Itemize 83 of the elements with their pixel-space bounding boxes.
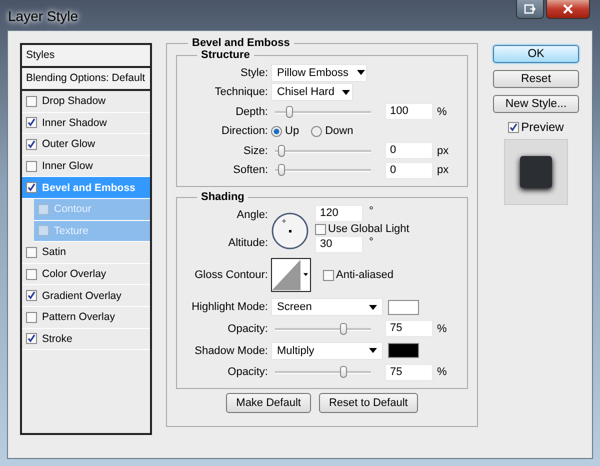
checkbox[interactable] <box>26 333 37 344</box>
close-button[interactable] <box>546 0 590 19</box>
value-field[interactable]: 0 <box>385 162 433 179</box>
checkbox[interactable] <box>26 246 37 258</box>
slider-thumb[interactable] <box>278 144 285 157</box>
field-label: Technique: <box>214 86 269 98</box>
slider-thumb[interactable] <box>278 164 285 176</box>
field-label: Style: <box>239 66 269 79</box>
value-field[interactable]: 75 <box>385 364 433 381</box>
style-item[interactable]: Drop Shadow <box>22 91 150 113</box>
style-item[interactable]: Outer Glow <box>22 134 150 156</box>
value-field[interactable]: 75 <box>385 320 433 338</box>
slider-thumb[interactable] <box>340 322 348 335</box>
checkbox[interactable] <box>26 117 37 128</box>
angle-field[interactable]: 120 <box>315 205 363 222</box>
checkmark-icon <box>509 122 518 132</box>
field-label: Depth: <box>234 106 269 118</box>
unit-label: % <box>437 322 447 335</box>
color-swatch[interactable] <box>388 300 419 314</box>
blend-mode-dropdown[interactable]: Multiply <box>271 342 383 360</box>
section-title: Shading <box>200 191 246 203</box>
field-label: Angle: <box>236 209 269 221</box>
checkbox[interactable] <box>26 182 37 194</box>
global-light-checkbox[interactable]: Use Global Light <box>315 223 410 235</box>
dialog-button[interactable]: New Style... <box>493 95 579 113</box>
field-label: Highlight Mode: <box>190 301 269 313</box>
unit-label: % <box>437 106 447 118</box>
style-item[interactable]: Pattern Overlay <box>22 306 150 329</box>
restore-button[interactable] <box>516 0 544 19</box>
unit-label: px <box>437 164 449 176</box>
field-label: Gloss Contour: <box>194 269 269 281</box>
window-title: Layer Style <box>8 8 78 24</box>
default-button[interactable]: Make Default <box>226 393 311 413</box>
checkbox[interactable] <box>26 138 37 150</box>
unit-label: ° <box>369 205 374 217</box>
field-label: Shadow Mode: <box>194 344 269 356</box>
style-item[interactable]: Satin <box>22 242 150 264</box>
field-label: Size: <box>242 144 269 157</box>
anti-aliased-checkbox[interactable]: Anti-aliased <box>323 269 394 281</box>
style-item[interactable]: Inner Shadow <box>22 112 150 134</box>
ok-button[interactable]: OK <box>493 45 579 63</box>
field-label: Opacity: <box>226 322 269 335</box>
direction-radio[interactable]: Down <box>311 125 354 138</box>
checkbox[interactable] <box>38 225 49 236</box>
preview-square-icon <box>520 156 552 188</box>
field-label: Soften: <box>232 164 269 176</box>
altitude-field[interactable]: 30 <box>315 236 363 253</box>
checkbox[interactable] <box>38 204 49 215</box>
checkbox[interactable] <box>26 96 37 107</box>
checkbox[interactable] <box>26 268 37 280</box>
field-label: Direction: <box>220 125 269 138</box>
default-button[interactable]: Reset to Default <box>318 393 418 413</box>
slider-thumb[interactable] <box>340 366 348 378</box>
section-title: Bevel and Emboss <box>191 37 291 49</box>
close-icon <box>562 4 574 14</box>
angle-dial[interactable] <box>271 212 309 250</box>
dialog-button[interactable]: Reset <box>493 70 579 88</box>
color-swatch[interactable] <box>388 343 419 358</box>
styles-header[interactable]: Styles <box>22 45 150 68</box>
unit-label: % <box>437 366 447 378</box>
checkbox[interactable] <box>26 290 37 302</box>
checkbox[interactable] <box>26 312 37 323</box>
checkbox[interactable] <box>26 160 37 172</box>
technique-dropdown[interactable]: Chisel Hard <box>271 83 353 102</box>
field-label: Opacity: <box>226 366 269 378</box>
preview-checkbox[interactable]: Preview <box>508 120 564 134</box>
blending-options-item[interactable]: Blending Options: Default <box>22 68 150 91</box>
style-dropdown[interactable]: Pillow Emboss <box>271 64 367 82</box>
slider-thumb[interactable] <box>286 106 294 118</box>
contour-picker[interactable] <box>271 258 311 292</box>
value-field[interactable]: 100 <box>385 103 433 120</box>
window-icon <box>524 4 536 14</box>
field-label: Altitude: <box>227 237 269 249</box>
direction-radio[interactable]: Up <box>271 125 300 138</box>
style-item[interactable]: Color Overlay <box>22 264 150 286</box>
section-title: Structure <box>200 49 251 61</box>
unit-label: ° <box>369 236 374 248</box>
blend-mode-dropdown[interactable]: Screen <box>271 298 383 316</box>
style-item[interactable]: Stroke <box>22 328 150 350</box>
value-field[interactable]: 0 <box>385 142 433 160</box>
style-item[interactable]: Gradient Overlay <box>22 285 150 307</box>
contour-curve-icon <box>272 259 310 291</box>
unit-label: px <box>437 144 449 157</box>
